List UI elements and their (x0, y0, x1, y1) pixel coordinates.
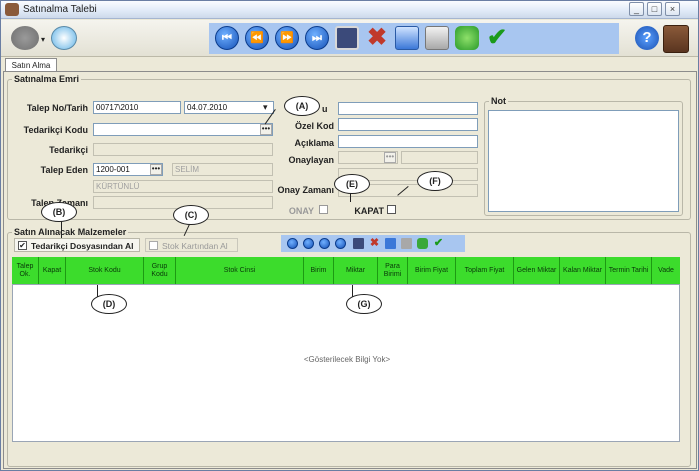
option-dosya-checkbox[interactable]: ✔ (18, 241, 27, 250)
date-dropdown-icon[interactable]: ▾ (263, 102, 268, 113)
tab-satin-alma-emri[interactable]: Satın Alma Emri (5, 58, 57, 83)
col-stok-cinsi[interactable]: Stok Cinsi (176, 257, 304, 284)
onay-label: ONAY (288, 206, 314, 216)
title-bar: Satınalma Talebi _ □ × (1, 1, 698, 19)
option-dosya-label: Tedarikçi Dosyasından Al (31, 241, 134, 251)
option-kart-label: Stok Kartından Al (162, 241, 228, 251)
col-toplam-fiyat[interactable]: Toplam Fiyat (456, 257, 514, 284)
option-kart-checkbox[interactable] (149, 241, 158, 250)
col-birim[interactable]: Birim (304, 257, 334, 284)
items-legend: Satın Alınacak Malzemeler (14, 227, 127, 237)
col-kalan-miktar[interactable]: Kalan Miktar (560, 257, 606, 284)
callout-f: (F) (417, 171, 453, 191)
talep-no-label: Talep No/Tarih (26, 103, 88, 113)
option-dosya[interactable]: ✔ Tedarikçi Dosyasından Al (14, 238, 140, 252)
callout-c: (C) (173, 205, 209, 225)
items-first-icon[interactable] (287, 238, 298, 249)
talep-eden-surname-field: KÜRTÜNLÜ (93, 180, 273, 193)
col-para-birimi[interactable]: Para Birimi (378, 257, 408, 284)
close-button[interactable]: × (665, 2, 680, 16)
app-icon (5, 3, 19, 16)
items-next-icon[interactable] (319, 238, 330, 249)
tedarikci-kodu-input[interactable] (93, 123, 273, 136)
talep-eden-name-field: SELİM (172, 163, 273, 176)
user-icon[interactable] (11, 26, 39, 50)
last-record-icon[interactable]: ⏭ (305, 26, 329, 50)
callout-a: (A) (284, 96, 320, 116)
minimize-button[interactable]: _ (629, 2, 644, 16)
items-check-icon[interactable]: ✔ (433, 238, 444, 249)
app-window: Satınalma Talebi _ □ × ▾ ⏮ ⏪ ⏩ ⏭ ✖ ✔ ? S… (0, 0, 699, 471)
items-save-icon[interactable] (353, 238, 364, 249)
partial-label: u (322, 104, 328, 114)
callout-e: (E) (334, 174, 370, 194)
maximize-button[interactable]: □ (647, 2, 662, 16)
aciklama-label: Açıklama (294, 138, 334, 148)
items-grid-header: Talep Ok. Kapat Stok Kodu Grup Kodu Stok… (12, 257, 680, 284)
items-prev-icon[interactable] (303, 238, 314, 249)
aciklama-input[interactable] (338, 135, 478, 148)
tedarikci-name-field (93, 143, 273, 156)
onaylayan-lookup-icon: ••• (384, 152, 396, 163)
items-last-icon[interactable] (335, 238, 346, 249)
main-toolbar: ▾ ⏮ ⏪ ⏩ ⏭ ✖ ✔ ? (1, 20, 698, 57)
items-window-icon[interactable] (385, 238, 396, 249)
callout-d: (D) (91, 294, 127, 314)
onaylayan-label: Onaylayan (288, 155, 334, 165)
items-puzzle-icon[interactable] (417, 238, 428, 249)
tarih-input[interactable]: 04.07.2010 (184, 101, 274, 114)
order-header-legend: Satınalma Emri (14, 74, 80, 84)
talep-eden-lookup-icon[interactable]: ••• (150, 164, 162, 175)
col-birim-fiyat[interactable]: Birim Fiyat (408, 257, 456, 284)
ozel-kod-label: Özel Kod (294, 121, 334, 131)
help-icon[interactable]: ? (635, 26, 659, 50)
puzzle-icon[interactable] (455, 26, 479, 50)
callout-b: (B) (41, 202, 77, 222)
window-icon[interactable] (395, 26, 419, 50)
empty-message: <Gösterilecek Bilgi Yok> (303, 355, 391, 364)
onay-zamani-label: Onay Zamanı (277, 185, 334, 195)
onaylayan-name-field (401, 151, 478, 164)
first-record-icon[interactable]: ⏮ (215, 26, 239, 50)
items-delete-icon[interactable]: ✖ (369, 238, 380, 249)
col-vade[interactable]: Vade (652, 257, 680, 284)
items-toolbar: ✖ ✔ (281, 235, 465, 252)
talep-eden-label: Talep Eden (40, 165, 88, 175)
record-toolbar: ⏮ ⏪ ⏩ ⏭ ✖ ✔ (209, 23, 619, 54)
not-legend: Not (491, 96, 506, 106)
items-print-icon[interactable] (401, 238, 412, 249)
tedarikci-label: Tedarikçi (49, 145, 88, 155)
col-talep-ok[interactable]: Talep Ok. (12, 257, 39, 284)
approve-check-icon[interactable]: ✔ (485, 26, 509, 50)
next-record-icon[interactable]: ⏩ (275, 26, 299, 50)
option-kart[interactable]: Stok Kartından Al (145, 238, 238, 252)
prev-record-icon[interactable]: ⏪ (245, 26, 269, 50)
window-title: Satınalma Talebi (23, 4, 97, 15)
print-icon[interactable] (425, 26, 449, 50)
col-gelen-miktar[interactable]: Gelen Miktar (514, 257, 560, 284)
exit-door-icon[interactable] (663, 25, 689, 53)
onay-checkbox[interactable] (319, 205, 328, 214)
dropdown-icon[interactable]: ▾ (41, 35, 45, 44)
talep-no-input[interactable]: 00717\2010 (93, 101, 181, 114)
col-miktar[interactable]: Miktar (334, 257, 378, 284)
save-icon[interactable] (335, 26, 359, 50)
aciklama-top-input[interactable] (338, 102, 478, 115)
kapat-checkbox[interactable] (387, 205, 396, 214)
tedarikci-kodu-label: Tedarikçi Kodu (23, 125, 88, 135)
callout-b-pointer (61, 220, 62, 238)
col-termin-tarihi[interactable]: Termin Tarihi (606, 257, 652, 284)
kapat-label: KAPAT (354, 206, 384, 216)
col-grup-kodu[interactable]: Grup Kodu (144, 257, 176, 284)
col-stok-kodu[interactable]: Stok Kodu (66, 257, 144, 284)
not-textarea[interactable] (488, 110, 679, 212)
search-icon[interactable] (51, 26, 77, 50)
ozel-kod-input[interactable] (338, 118, 478, 131)
col-kapat[interactable]: Kapat (39, 257, 66, 284)
delete-icon[interactable]: ✖ (365, 26, 389, 50)
callout-g: (G) (346, 294, 382, 314)
